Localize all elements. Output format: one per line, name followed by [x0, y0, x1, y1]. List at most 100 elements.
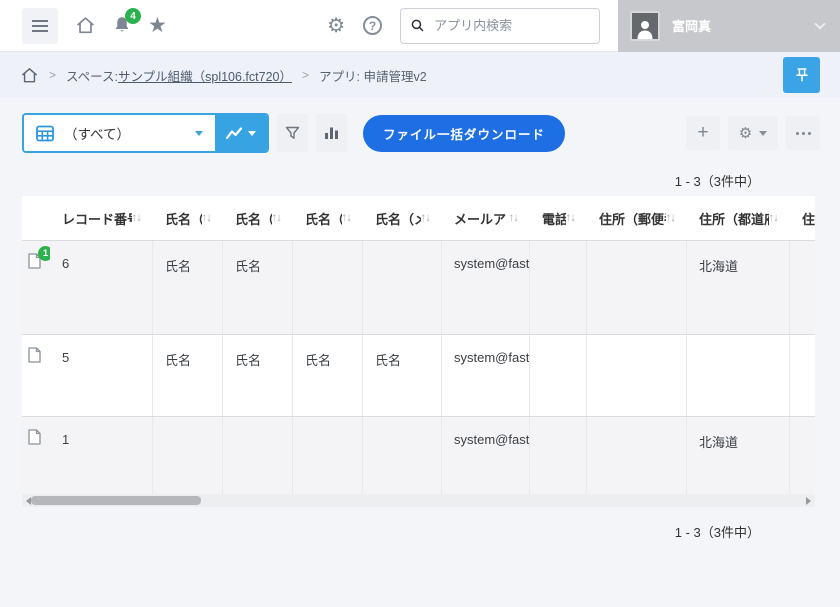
- table-cell: 氏名: [223, 241, 293, 334]
- table-header: レコード番号↑↓氏名（姓↑↓氏名（名↑↓氏名（セイ↑↓氏名（メイ↑↓メールアドレ…: [22, 196, 815, 240]
- table-cell: [363, 241, 442, 334]
- help-icon: ?: [363, 16, 382, 35]
- chevron-down-icon: [248, 131, 256, 136]
- pin-icon: [794, 67, 810, 83]
- header-label: メールアドレ: [454, 209, 509, 228]
- notification-badge: 4: [125, 8, 141, 24]
- header-icon-cell: [22, 196, 50, 240]
- table-cell: [530, 335, 587, 416]
- graph-button[interactable]: [316, 114, 347, 152]
- pin-button[interactable]: [783, 57, 820, 93]
- open-record-button[interactable]: [28, 347, 41, 363]
- header-cell[interactable]: 氏名（姓↑↓: [153, 196, 223, 240]
- header-cell[interactable]: 氏名（名↑↓: [223, 196, 293, 240]
- breadcrumb-app-item: アプリ: 申請管理v2: [319, 66, 427, 85]
- gear-icon: ⚙: [739, 126, 752, 141]
- chevron-down-icon: [195, 131, 203, 136]
- breadcrumb-separator: >: [302, 68, 309, 82]
- header-label: 電話番: [542, 209, 566, 228]
- gear-icon: ⚙: [327, 16, 345, 36]
- sort-icon[interactable]: ↑↓: [421, 212, 431, 224]
- header-cell[interactable]: 氏名（メイ↑↓: [363, 196, 442, 240]
- filter-button[interactable]: [277, 114, 308, 152]
- header-label: レコード番号: [62, 209, 132, 228]
- header-label: 氏名（メイ: [375, 209, 421, 228]
- table-cell: 5: [50, 335, 153, 416]
- record-tools: + ⚙: [686, 116, 820, 150]
- menu-button[interactable]: [22, 8, 58, 44]
- table-cell: 氏名: [223, 335, 293, 416]
- help-button[interactable]: ?: [363, 16, 382, 35]
- chevron-down-icon: [759, 131, 767, 136]
- table-cell: [530, 241, 587, 334]
- table-row: 16氏名氏名system@fastco…北海道: [22, 240, 815, 334]
- table-row: 5氏名氏名氏名氏名system@fastco…: [22, 334, 815, 416]
- table-cell: [790, 241, 815, 334]
- view-selector-label: （すべて）: [64, 123, 195, 143]
- table-cell: [587, 417, 687, 494]
- header-label: 氏名（名: [235, 209, 272, 228]
- scroll-right-arrow[interactable]: [806, 497, 811, 505]
- header-label: 氏名（姓: [165, 209, 202, 228]
- record-badge: 1: [38, 246, 50, 261]
- sort-icon[interactable]: ↑↓: [509, 212, 519, 224]
- table-cell: [530, 417, 587, 494]
- app-settings-button[interactable]: ⚙: [728, 116, 778, 150]
- header-label: 住所（郵便番号: [599, 209, 666, 228]
- app-search: [400, 8, 600, 44]
- header-cell[interactable]: 電話番↑↓: [530, 196, 587, 240]
- header-cell[interactable]: 住所（都道府県↑↓: [687, 196, 790, 240]
- breadcrumb-space-link[interactable]: サンプル組織（spl106.fct720）: [118, 66, 292, 85]
- header-label: 住所: [802, 209, 815, 228]
- scrollbar-thumb[interactable]: [31, 496, 201, 505]
- table-cell: 氏名: [363, 335, 442, 416]
- favorites-button[interactable]: ★: [148, 15, 167, 36]
- view-selector-group: （すべて）: [22, 113, 269, 153]
- sort-icon[interactable]: ↑↓: [132, 212, 142, 224]
- table-body: 16氏名氏名system@fastco…北海道5氏名氏名氏名氏名system@f…: [22, 240, 815, 494]
- line-chart-icon: [226, 127, 242, 140]
- user-menu[interactable]: 富岡真: [618, 0, 840, 52]
- table-view-icon: [36, 125, 54, 142]
- bulk-download-button[interactable]: ファイル一括ダウンロード: [363, 115, 565, 152]
- document-icon: [28, 429, 41, 445]
- sort-icon[interactable]: ↑↓: [566, 212, 576, 224]
- open-record-button[interactable]: [28, 429, 41, 445]
- sort-icon[interactable]: ↑↓: [272, 212, 282, 224]
- header-cell[interactable]: 氏名（セイ↑↓: [293, 196, 363, 240]
- funnel-icon: [285, 126, 300, 140]
- table-cell: [363, 417, 442, 494]
- table-cell: system@fastco…: [442, 241, 530, 334]
- sort-icon[interactable]: ↑↓: [769, 212, 779, 224]
- settings-button[interactable]: ⚙: [327, 16, 345, 36]
- search-input[interactable]: [432, 17, 589, 34]
- view-selector[interactable]: （すべて）: [24, 115, 215, 151]
- record-icon-cell: [22, 335, 50, 416]
- records-table: レコード番号↑↓氏名（姓↑↓氏名（名↑↓氏名（セイ↑↓氏名（メイ↑↓メールアドレ…: [22, 196, 815, 494]
- sort-icon[interactable]: ↑↓: [666, 212, 676, 224]
- breadcrumb-home-link[interactable]: [20, 66, 39, 85]
- header-cell[interactable]: 住所: [790, 196, 815, 240]
- header-label: 氏名（セイ: [305, 209, 342, 228]
- star-icon: ★: [148, 15, 167, 36]
- table-cell: 1: [50, 417, 153, 494]
- table-cell: [587, 241, 687, 334]
- header-cell[interactable]: 住所（郵便番号↑↓: [587, 196, 687, 240]
- table-cell: 北海道: [687, 241, 790, 334]
- table-cell: 北海道: [687, 417, 790, 494]
- hamburger-icon: [32, 20, 48, 22]
- sort-icon[interactable]: ↑↓: [342, 212, 352, 224]
- header-cell[interactable]: メールアドレ↑↓: [442, 196, 530, 240]
- notifications-button[interactable]: 4: [112, 15, 132, 36]
- sort-icon[interactable]: ↑↓: [202, 212, 212, 224]
- table-cell: system@fastco…: [442, 417, 530, 494]
- chart-view-button[interactable]: [215, 115, 267, 151]
- avatar: [630, 11, 660, 41]
- top-nav: 4 ★ ⚙ ? 富岡真: [0, 0, 840, 52]
- add-record-button[interactable]: +: [686, 116, 720, 150]
- more-button[interactable]: [786, 116, 820, 150]
- home-button[interactable]: [75, 15, 96, 36]
- person-icon: [634, 17, 656, 39]
- table-cell: system@fastco…: [442, 335, 530, 416]
- header-cell[interactable]: レコード番号↑↓: [50, 196, 153, 240]
